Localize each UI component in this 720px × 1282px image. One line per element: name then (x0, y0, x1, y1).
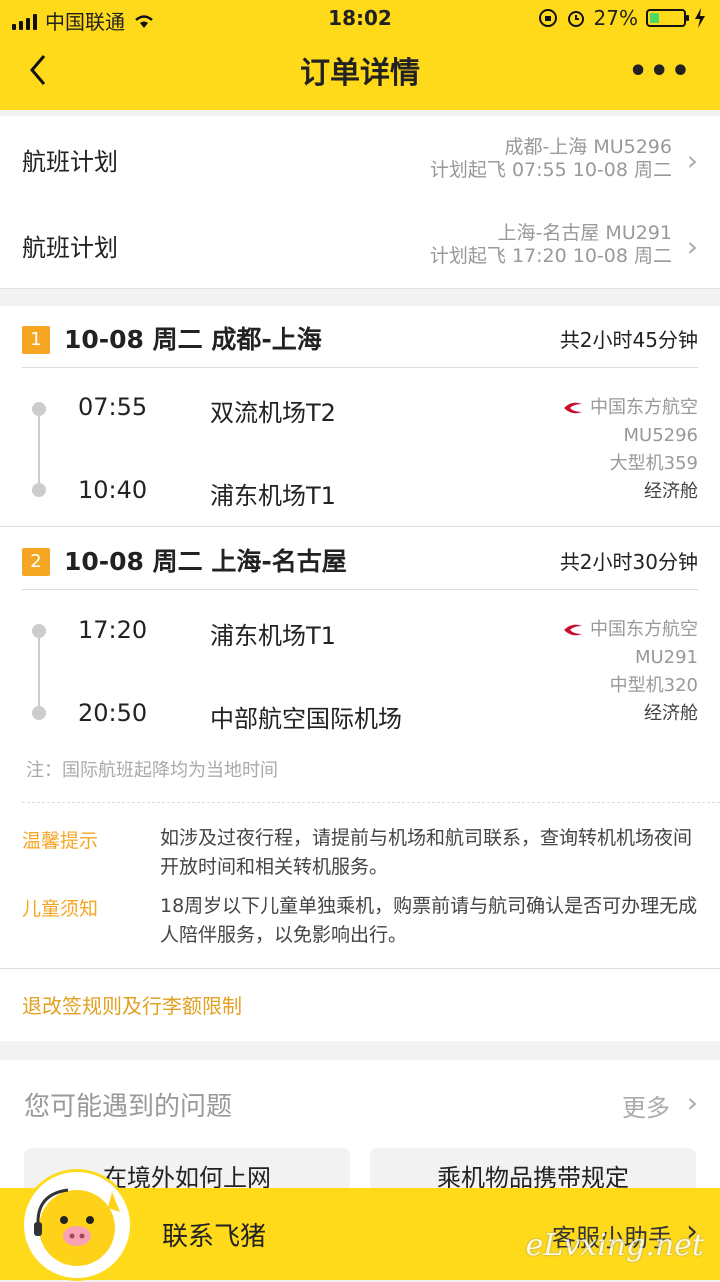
arrival-time: 10:40 (78, 476, 148, 504)
cabin-class: 经济舱 (644, 703, 698, 724)
divider (0, 526, 720, 527)
flight-plan-label: 航班计划 (22, 148, 118, 176)
timeline-dot (32, 706, 46, 720)
cabin-class: 经济舱 (644, 481, 698, 502)
aircraft-type: 中型机320 (609, 675, 698, 696)
arrival-airport: 中部航空国际机场 (210, 705, 402, 733)
tip-text: 如涉及过夜行程，请提前与机场和航司联系，查询转机机场夜间开放时间和相关转机服务。 (160, 827, 693, 878)
timeline-dot (32, 483, 46, 497)
segment-title: 10-08 周二 上海-名古屋 (64, 547, 347, 576)
flight-number: MU5296 (623, 425, 698, 446)
charging-icon (695, 8, 705, 28)
aircraft-type: 大型机359 (609, 453, 698, 474)
chevron-right-icon: › (686, 230, 698, 263)
timeline-line (38, 638, 40, 708)
divider (0, 968, 720, 969)
local-time-note: 注：国际航班起降均为当地时间 (26, 760, 278, 781)
segment-duration: 共2小时45分钟 (559, 328, 698, 352)
airline-name: 中国东方航空 (590, 619, 698, 640)
flight-number: MU291 (634, 647, 698, 668)
divider (22, 589, 698, 590)
tip-label: 温馨提示 (22, 830, 99, 852)
timeline-dot (32, 402, 46, 416)
china-eastern-logo-icon (564, 624, 582, 636)
china-eastern-logo-icon (564, 402, 582, 414)
timeline-line (38, 416, 40, 486)
status-bar: 中国联通 18:02 27% (0, 0, 720, 38)
segment-number-badge: 1 (22, 326, 50, 354)
flight-plan-label: 航班计划 (22, 234, 118, 262)
departure-airport: 浦东机场T1 (210, 622, 336, 650)
battery-icon (646, 9, 689, 27)
battery-percent: 27% (593, 6, 638, 30)
airline-info: 中国东方航空 MU291 中型机320 经济舱 (562, 616, 698, 728)
baggage-rules-link[interactable]: 退改签规则及行李额限制 (22, 990, 242, 1019)
flight-plan-route: 上海-名古屋 MU291 (497, 222, 672, 244)
flight-plan-route: 成都-上海 MU5296 (504, 136, 672, 158)
chevron-right-icon: › (686, 144, 698, 177)
airline-name: 中国东方航空 (590, 397, 698, 418)
departure-time: 17:20 (78, 616, 148, 644)
divider (22, 367, 698, 368)
watermark: eLvxing.net (525, 1228, 704, 1263)
timeline-dot (32, 624, 46, 638)
fliggy-mascot-avatar[interactable] (24, 1172, 130, 1278)
flight-plan-row-2[interactable]: 航班计划 上海-名古屋 MU291 计划起飞 17:20 10-08 周二 › (0, 202, 720, 289)
dashed-divider (22, 802, 720, 803)
page-title: 订单详情 (300, 56, 420, 91)
flight-plan-row-1[interactable]: 航班计划 成都-上海 MU5296 计划起飞 07:55 10-08 周二 › (0, 116, 720, 203)
segment-duration: 共2小时30分钟 (559, 550, 698, 574)
flight-plan-depart: 计划起飞 07:55 10-08 周二 (429, 159, 672, 181)
segment-title: 10-08 周二 成都-上海 (64, 325, 322, 354)
alarm-icon (567, 11, 584, 27)
segment-header-2: 2 10-08 周二 上海-名古屋 共2小时30分钟 (0, 528, 720, 590)
airline-info: 中国东方航空 MU5296 大型机359 经济舱 (562, 394, 698, 506)
arrival-time: 20:50 (78, 699, 148, 727)
faq-title: 您可能遇到的问题 (24, 1092, 233, 1122)
chevron-right-icon[interactable]: › (687, 1086, 698, 1119)
faq-more-link[interactable]: 更多 (622, 1088, 670, 1123)
segment-header-1: 1 10-08 周二 成都-上海 共2小时45分钟 (0, 306, 720, 368)
flight-plan-depart: 计划起飞 17:20 10-08 周二 (429, 245, 672, 267)
orientation-lock-icon (538, 9, 557, 27)
segment-number-badge: 2 (22, 548, 50, 576)
arrival-airport: 浦东机场T1 (210, 482, 336, 510)
tip-label: 儿童须知 (22, 898, 99, 920)
nav-bar: 订单详情 ••• (0, 38, 720, 110)
contact-fliggy-label[interactable]: 联系飞猪 (162, 1216, 266, 1253)
more-icon[interactable]: ••• (628, 52, 692, 92)
departure-time: 07:55 (78, 393, 148, 421)
departure-airport: 双流机场T2 (210, 399, 336, 427)
tip-text: 18周岁以下儿童单独乘机，购票前请与航司确认是否可办理无成人陪伴服务，以免影响出… (160, 895, 698, 946)
